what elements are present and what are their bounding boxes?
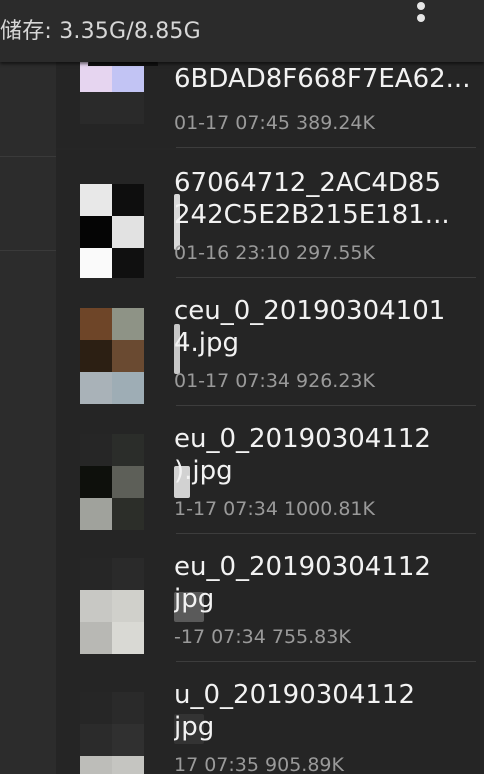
file-name: ceu_0_20190304101: [174, 296, 446, 326]
storage-usage: 储存: 3.35G/8.85G: [0, 19, 201, 44]
file-name: 6BDAD8F668F7EA62...: [174, 64, 471, 94]
file-thumbnail: [80, 558, 144, 654]
file-row[interactable]: eu_0_20190304112 ).jpg 1-17 07:34 1000.8…: [56, 406, 484, 534]
side-pane: [0, 62, 56, 774]
file-thumbnail: [80, 434, 144, 530]
file-meta: 17 07:35 905.89K: [174, 754, 344, 774]
file-meta: 1-17 07:34 1000.81K: [174, 498, 375, 520]
file-name-cont: jpg: [174, 712, 215, 742]
file-name-cont: ).jpg: [174, 456, 233, 486]
top-bar: 储存: 3.35G/8.85G: [0, 0, 484, 62]
file-row[interactable]: 6BDAD8F668F7EA62... 01-17 07:45 389.24K: [56, 62, 484, 148]
file-row[interactable]: ceu_0_20190304101 4.jpg 01-17 07:34 926.…: [56, 278, 484, 406]
file-thumbnail: [80, 692, 144, 774]
file-meta: 01-17 07:34 926.23K: [174, 370, 375, 392]
file-name: eu_0_20190304112: [174, 424, 431, 454]
thumbnail-overlay: [88, 62, 158, 66]
file-row[interactable]: u_0_20190304112 jpg 17 07:35 905.89K: [56, 662, 484, 774]
file-name-cont: 242C5E2B215E181...: [174, 200, 450, 230]
file-row[interactable]: 67064712_2AC4D85 242C5E2B215E181... 01-1…: [56, 150, 484, 280]
file-meta: -17 07:34 755.83K: [174, 626, 351, 648]
file-thumbnail: [80, 62, 144, 124]
file-name: eu_0_20190304112: [174, 552, 431, 582]
file-name: u_0_20190304112: [174, 680, 415, 710]
file-name-cont: 4.jpg: [174, 328, 240, 358]
file-meta: 01-16 23:10 297.55K: [174, 242, 375, 264]
more-options-icon[interactable]: [410, 0, 432, 22]
file-name-cont: jpg: [174, 584, 215, 614]
file-thumbnail: [80, 308, 144, 404]
file-meta: 01-17 07:45 389.24K: [174, 112, 375, 134]
file-thumbnail: [80, 184, 144, 280]
row-divider: [176, 147, 476, 148]
divider: [0, 250, 56, 251]
file-name: 67064712_2AC4D85: [174, 168, 442, 198]
file-row[interactable]: eu_0_20190304112 jpg -17 07:34 755.83K: [56, 534, 484, 662]
file-list[interactable]: 6BDAD8F668F7EA62... 01-17 07:45 389.24K …: [56, 62, 484, 774]
divider: [0, 156, 56, 157]
